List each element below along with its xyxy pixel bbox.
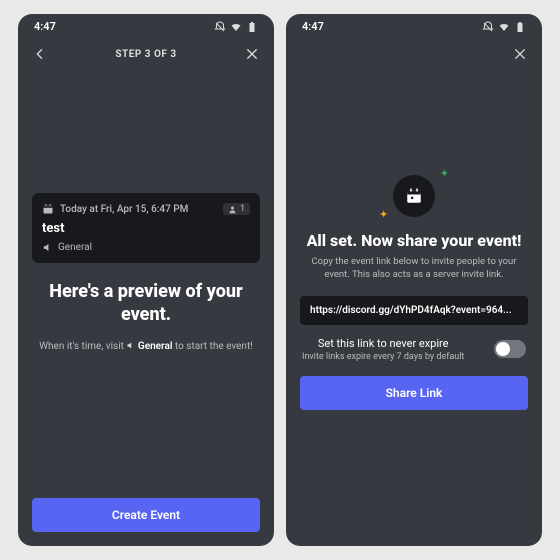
screen-content: ✦ ✦ All set. Now share your event! Copy … <box>286 35 542 546</box>
battery-icon <box>246 21 258 33</box>
share-headline: All set. Now share your event! <box>307 217 522 250</box>
phone-screen-share: 4:47 ✦ ✦ All set. Now share your event! … <box>286 14 542 546</box>
attendee-count-chip: 1 <box>223 203 250 215</box>
speaker-icon <box>42 242 53 253</box>
close-button[interactable] <box>242 44 262 64</box>
event-title: test <box>42 215 250 242</box>
speaker-icon <box>126 341 135 350</box>
never-expire-toggle[interactable] <box>494 340 526 358</box>
preview-headline: Here's a preview of your event. <box>32 263 260 330</box>
attendee-count: 1 <box>240 204 245 214</box>
calendar-icon <box>42 203 54 215</box>
never-expire-row: Set this link to never expire Invite lin… <box>300 325 528 366</box>
sparkle-icon: ✦ <box>379 208 388 221</box>
clock: 4:47 <box>302 20 324 33</box>
close-button[interactable] <box>510 44 530 64</box>
event-preview-card: Today at Fri, Apr 15, 6:47 PM 1 test Gen… <box>32 193 260 263</box>
dnd-icon <box>482 21 494 33</box>
wifi-icon <box>498 21 510 33</box>
hero-icon: ✦ ✦ <box>393 175 435 217</box>
event-channel: General <box>42 242 250 253</box>
person-icon <box>228 205 237 214</box>
top-bar: STEP 3 OF 3 <box>18 35 274 73</box>
status-bar: 4:47 <box>18 14 274 35</box>
toggle-title: Set this link to never expire <box>302 337 464 350</box>
event-datetime: Today at Fri, Apr 15, 6:47 PM <box>60 204 188 215</box>
wifi-icon <box>230 21 242 33</box>
screen-content: Today at Fri, Apr 15, 6:47 PM 1 test Gen… <box>18 73 274 546</box>
status-icons <box>214 21 258 33</box>
phone-screen-preview: 4:47 STEP 3 OF 3 Today at Fri, Apr 15, 6… <box>18 14 274 546</box>
toggle-subtitle: Invite links expire every 7 days by defa… <box>302 350 464 362</box>
event-channel-name: General <box>58 242 92 253</box>
back-button[interactable] <box>30 44 50 64</box>
share-link-button[interactable]: Share Link <box>300 376 528 410</box>
close-icon <box>512 46 528 62</box>
battery-icon <box>514 21 526 33</box>
clock: 4:47 <box>34 20 56 33</box>
step-indicator: STEP 3 OF 3 <box>115 49 176 60</box>
sparkle-icon: ✦ <box>440 167 449 180</box>
calendar-event-icon <box>405 187 423 205</box>
create-event-button[interactable]: Create Event <box>32 498 260 532</box>
invite-link-field[interactable]: https://discord.gg/dYhPD4fAqk?event=964.… <box>300 296 528 325</box>
status-icons <box>482 21 526 33</box>
arrow-left-icon <box>32 46 48 62</box>
preview-hint: When it's time, visit General to start t… <box>32 330 260 364</box>
close-icon <box>244 46 260 62</box>
status-bar: 4:47 <box>286 14 542 35</box>
dnd-icon <box>214 21 226 33</box>
share-description: Copy the event link below to invite peop… <box>300 250 528 288</box>
